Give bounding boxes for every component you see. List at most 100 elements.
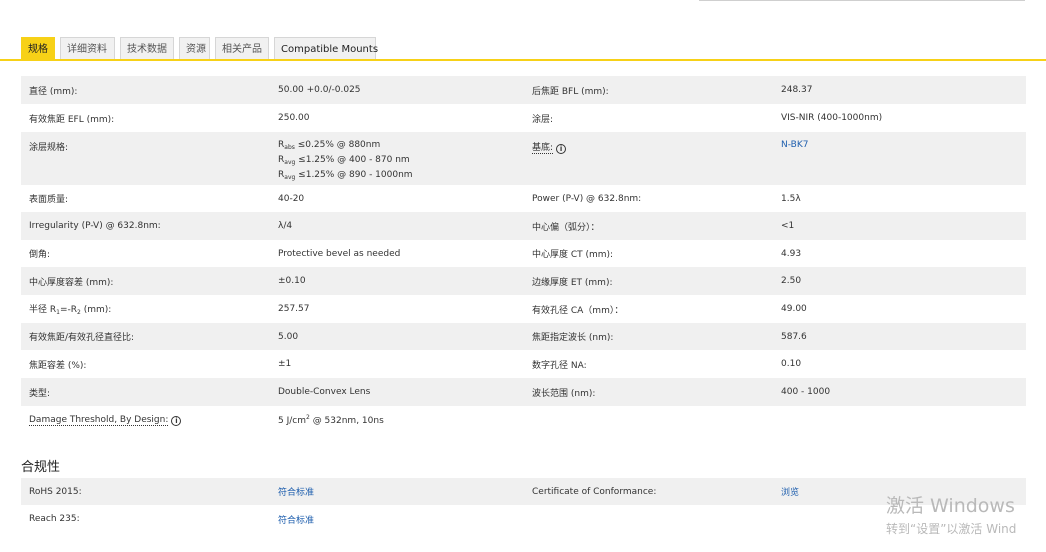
table-row: RoHS 2015: 符合标准 Certificate of Conforman… [21, 478, 1026, 505]
spec-label: 后焦距 BFL (mm): [524, 76, 773, 104]
table-row: 倒角: Protective bevel as needed 中心厚度 CT (… [21, 240, 1026, 267]
subscript: avg [284, 174, 296, 181]
spec-label: 直径 (mm): [21, 76, 270, 104]
empty-cell [773, 406, 1026, 434]
tab-related-products[interactable]: 相关产品 [215, 37, 269, 60]
certificate-view-link[interactable]: 浏览 [781, 488, 799, 498]
spec-value: ±1 [270, 350, 524, 378]
spec-value: 49.00 [773, 295, 1026, 323]
coating-spec-line: Ravg ≤1.25% @ 400 - 870 nm [278, 154, 524, 169]
table-row: 表面质量: 40-20 Power (P-V) @ 632.8nm: 1.5λ [21, 185, 1026, 212]
coating-spec-line: Ravg ≤1.25% @ 890 - 1000nm [278, 169, 524, 184]
watermark-line-1: 激活 Windows [886, 495, 1015, 517]
compliance-label: RoHS 2015: [21, 478, 270, 505]
info-icon[interactable]: i [556, 144, 567, 154]
compliance-table: RoHS 2015: 符合标准 Certificate of Conforman… [21, 478, 1026, 533]
compliance-title: 合规性 [21, 460, 61, 475]
search-input[interactable] [699, 0, 1025, 1]
spec-value: ±0.10 [270, 267, 524, 295]
compliance-value: 符合标准 [270, 505, 524, 533]
compliance-label: Certificate of Conformance: [524, 478, 773, 505]
table-row: 类型: Double-Convex Lens 波长范围 (nm): 400 - … [21, 378, 1026, 406]
tab-resources[interactable]: 资源 [179, 37, 210, 60]
reach-link[interactable]: 符合标准 [278, 516, 314, 526]
spec-value: 257.57 [270, 295, 524, 323]
table-row: 涂层规格: Rabs ≤0.25% @ 880nm Ravg ≤1.25% @ … [21, 132, 1026, 185]
spec-label: 倒角: [21, 240, 270, 267]
spec-label: 半径 R1=-R2 (mm): [21, 295, 270, 323]
tab-details[interactable]: 详细资料 [60, 37, 115, 60]
spec-value: 400 - 1000 [773, 378, 1026, 406]
table-row: Irregularity (P-V) @ 632.8nm: λ/4 中心偏（弧分… [21, 212, 1026, 240]
spec-label: 有效孔径 CA（mm）： [524, 295, 773, 323]
tab-bar: 规格 详细资料 技术数据 资源 相关产品 Compatible Mounts [21, 36, 381, 60]
table-row: Damage Threshold, By Design: i 5 J/cm2 @ … [21, 406, 1026, 434]
spec-table: 直径 (mm): 50.00 +0.0/-0.025 后焦距 BFL (mm):… [21, 76, 1026, 434]
spec-value: Double-Convex Lens [270, 378, 524, 406]
text: ≤1.25% @ 890 - 1000nm [295, 170, 413, 180]
text: =-R [59, 305, 77, 315]
table-row: 有效焦距 EFL (mm): 250.00 涂层: VIS-NIR (400-1… [21, 104, 1026, 132]
table-row: 有效焦距/有效孔径直径比: 5.00 焦距指定波长 (nm): 587.6 [21, 323, 1026, 350]
spec-value: 40-20 [270, 185, 524, 212]
spec-value: 248.37 [773, 76, 1026, 104]
compliance-value: 符合标准 [270, 478, 524, 505]
spec-label: 中心厚度 CT (mm): [524, 240, 773, 267]
spec-label: 数字孔径 NA: [524, 350, 773, 378]
spec-label: 涂层规格: [21, 132, 270, 185]
empty-cell [524, 406, 773, 434]
spec-label: 中心偏（弧分）： [524, 212, 773, 240]
table-row: 半径 R1=-R2 (mm): 257.57 有效孔径 CA（mm）： 49.0… [21, 295, 1026, 323]
text: 半径 R [29, 305, 57, 315]
spec-label: Damage Threshold, By Design: i [21, 406, 270, 434]
subscript: avg [284, 159, 296, 166]
table-row: 中心厚度容差 (mm): ±0.10 边缘厚度 ET (mm): 2.50 [21, 267, 1026, 295]
spec-label: 波长范围 (nm): [524, 378, 773, 406]
spec-value: λ/4 [270, 212, 524, 240]
spec-label: 涂层: [524, 104, 773, 132]
compliance-label: Reach 235: [29, 514, 80, 524]
spec-label: 中心厚度容差 (mm): [21, 267, 270, 295]
spec-label: 表面质量: [21, 185, 270, 212]
windows-activation-watermark: 激活 Windows 转到“设置”以激活 Wind [886, 495, 1016, 537]
spec-value: 250.00 [270, 104, 524, 132]
tab-compatible-mounts[interactable]: Compatible Mounts [274, 37, 378, 60]
spec-label: 有效焦距/有效孔径直径比: [21, 323, 270, 350]
spec-label: 基底: i [524, 132, 773, 185]
watermark-line-2: 转到“设置”以激活 Wind [886, 522, 1017, 536]
tab-tech-data[interactable]: 技术数据 [120, 37, 174, 60]
spec-value: 2.50 [773, 267, 1026, 295]
spec-value: N-BK7 [773, 132, 1026, 185]
spec-label: Irregularity (P-V) @ 632.8nm: [21, 212, 270, 240]
spec-value: 4.93 [773, 240, 1026, 267]
substrate-label[interactable]: 基底: [532, 143, 554, 154]
subscript: abs [284, 144, 295, 151]
spec-value: 1.5λ [773, 185, 1026, 212]
text: ≤0.25% @ 880nm [294, 140, 381, 150]
tab-specs[interactable]: 规格 [21, 37, 55, 60]
spec-value: 50.00 +0.0/-0.025 [270, 76, 524, 104]
spec-label: 边缘厚度 ET (mm): [524, 267, 773, 295]
text: 5 J/cm [278, 416, 306, 426]
damage-threshold-label[interactable]: Damage Threshold, By Design: [29, 414, 169, 426]
rohs-link[interactable]: 符合标准 [278, 488, 314, 498]
text: (mm): [80, 305, 112, 315]
spec-value: VIS-NIR (400-1000nm) [773, 104, 1026, 132]
tab-underline [0, 59, 1046, 61]
coating-spec-line: Rabs ≤0.25% @ 880nm [278, 139, 524, 154]
spec-value: 0.10 [773, 350, 1026, 378]
spec-value: 587.6 [773, 323, 1026, 350]
spec-label: 焦距容差 (%): [21, 350, 270, 378]
spec-value: Protective bevel as needed [270, 240, 524, 267]
info-icon[interactable]: i [171, 415, 182, 426]
spec-label: 焦距指定波长 (nm): [524, 323, 773, 350]
substrate-link[interactable]: N-BK7 [781, 140, 808, 150]
spec-label: 类型: [21, 378, 270, 406]
table-row: Reach 235: 符合标准 [21, 505, 1026, 533]
empty-cell [524, 505, 773, 533]
table-row: 焦距容差 (%): ±1 数字孔径 NA: 0.10 [21, 350, 1026, 378]
spec-value: Rabs ≤0.25% @ 880nm Ravg ≤1.25% @ 400 - … [270, 132, 524, 185]
spec-value: <1 [773, 212, 1026, 240]
spec-label: Power (P-V) @ 632.8nm: [524, 185, 773, 212]
spec-value: 5.00 [270, 323, 524, 350]
